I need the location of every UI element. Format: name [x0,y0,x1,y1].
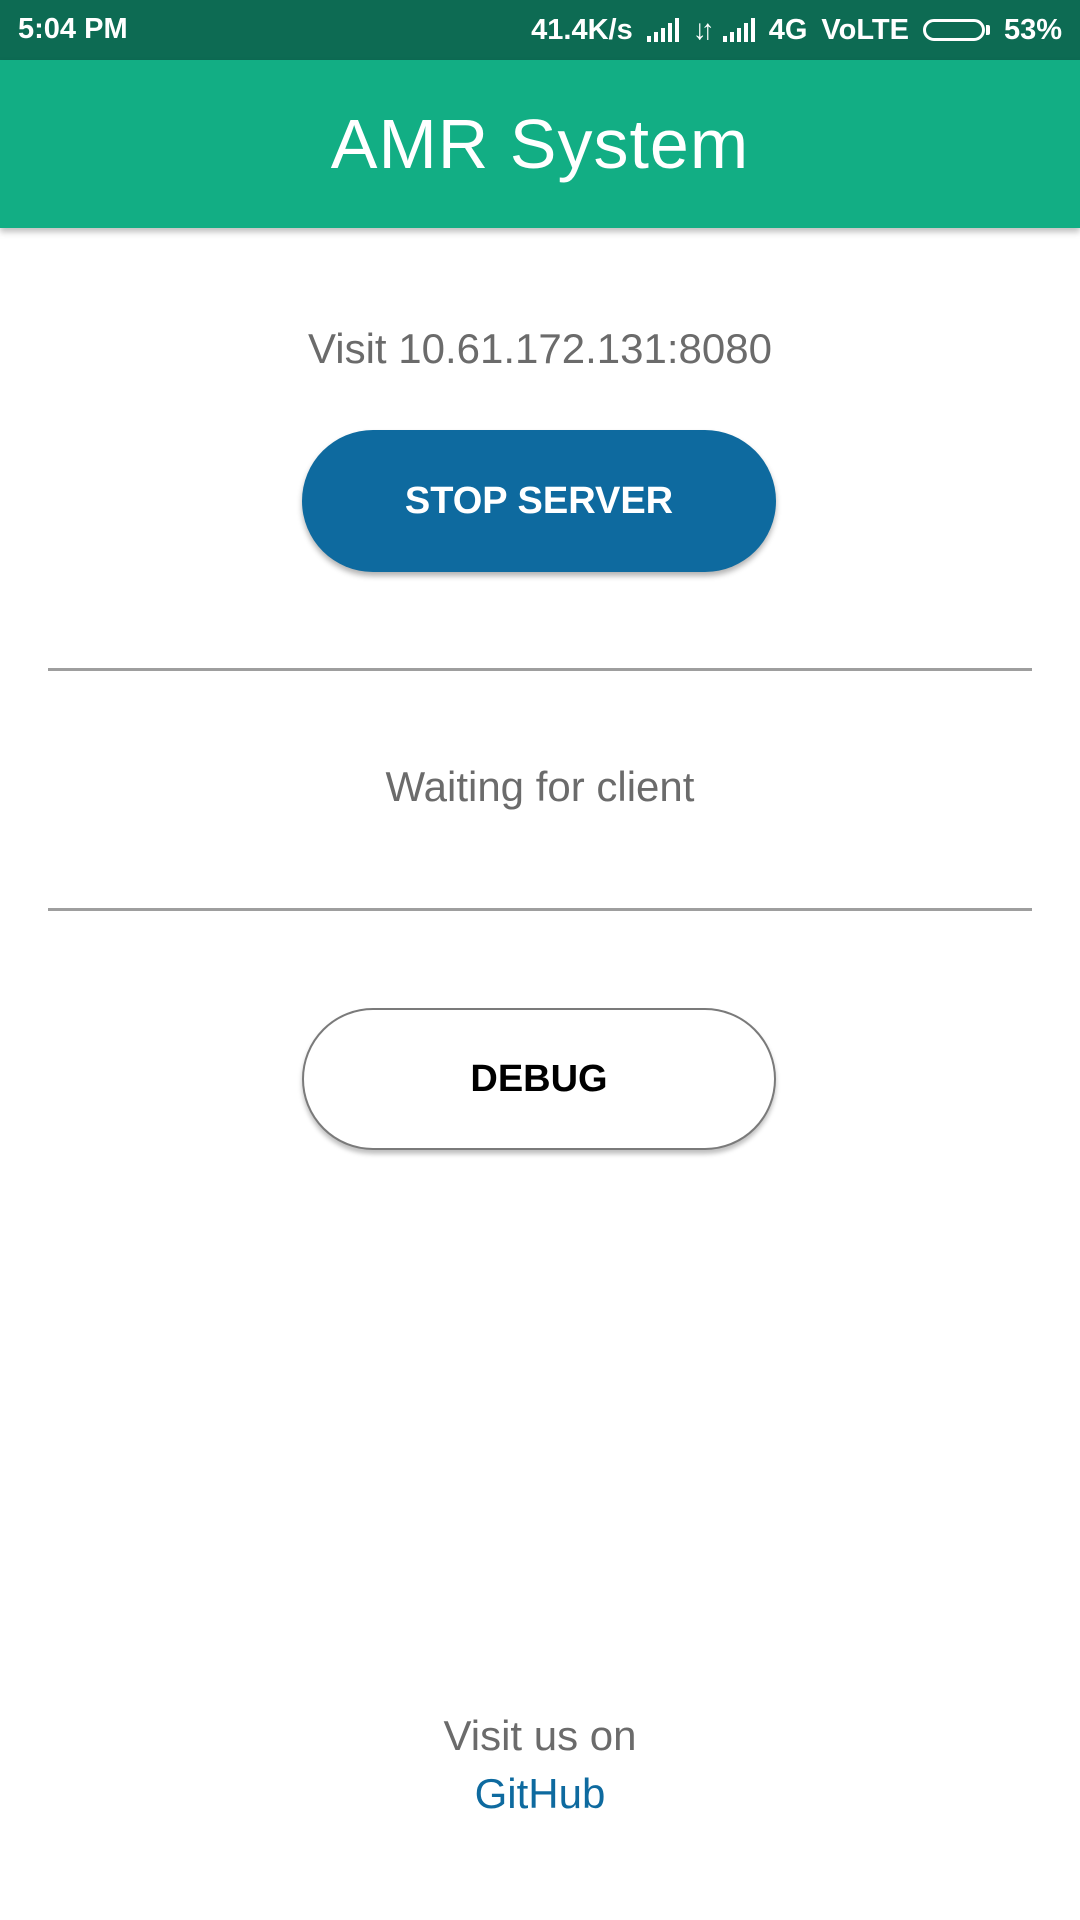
network-type: 4G [768,13,808,46]
data-transfer-icon: ↓↑ [692,14,715,45]
status-bar: 5:04 PM 41.4K/s ↓↑ 4G VoLTE 53% [0,0,1080,60]
battery-percent: 53% [1003,13,1062,46]
divider [48,668,1032,671]
connection-status-text: Waiting for client [385,763,695,810]
server-address-text: Visit 10.61.172.131:8080 [308,325,772,372]
status-time: 5:04 PM [18,13,128,45]
signal-icon [722,18,755,42]
battery-icon [922,19,990,41]
status-indicators: 41.4K/s ↓↑ 4G VoLTE 53% [531,0,1062,60]
github-link[interactable]: GitHub [0,1770,1080,1818]
signal-icon [646,18,679,42]
volte-indicator: VoLTE [821,13,909,46]
stop-server-button[interactable]: STOP SERVER [302,430,776,572]
screen: 5:04 PM 41.4K/s ↓↑ 4G VoLTE 53% AMR Syst… [0,0,1080,1920]
app-title: AMR System [330,105,750,183]
debug-button[interactable]: DEBUG [302,1008,776,1150]
divider [48,908,1032,911]
net-speed: 41.4K/s [531,13,633,46]
footer-visit-text: Visit us on [443,1712,637,1759]
app-bar: AMR System [0,60,1080,228]
